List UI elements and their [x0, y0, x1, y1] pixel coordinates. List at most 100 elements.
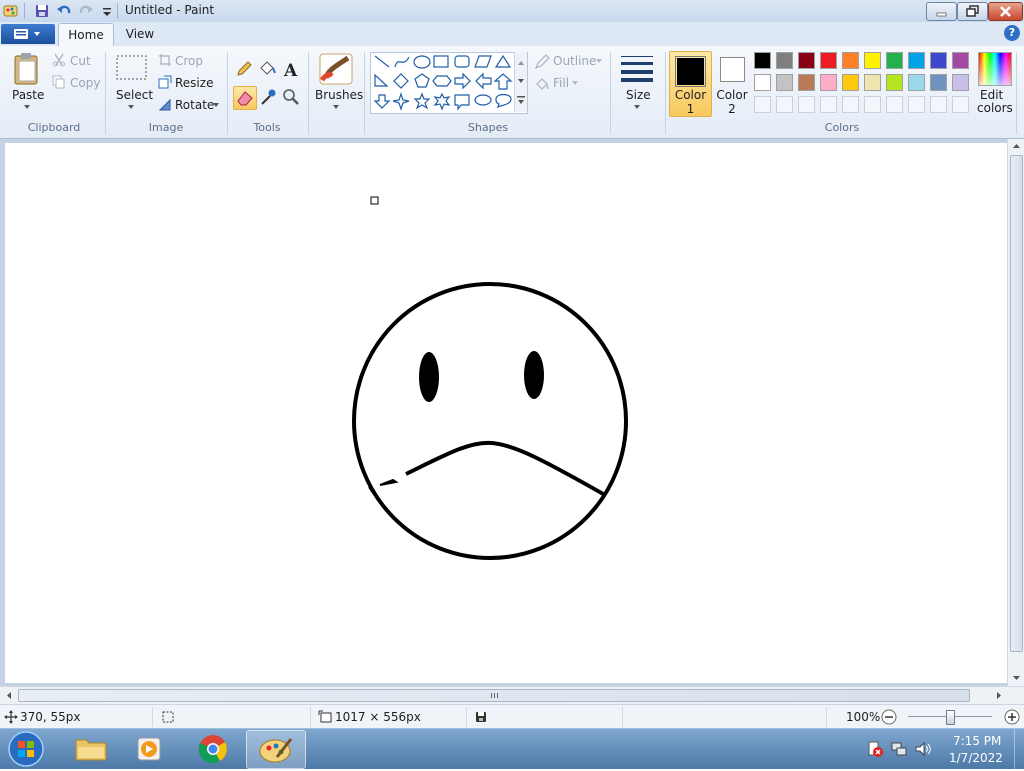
palette-swatch-custom[interactable] — [908, 96, 925, 113]
palette-swatch[interactable] — [952, 74, 969, 91]
magnifier-icon[interactable] — [281, 87, 301, 107]
action-center-icon[interactable] — [866, 740, 884, 758]
eraser-tool-selected[interactable] — [233, 86, 257, 110]
outline-button[interactable]: Outline — [553, 54, 596, 68]
outline-dropdown-icon[interactable] — [595, 58, 603, 64]
fill-dropdown-icon[interactable] — [571, 80, 579, 86]
taskbar-media-player[interactable] — [122, 730, 180, 767]
palette-swatch-custom[interactable] — [754, 96, 771, 113]
help-icon[interactable]: ? — [1004, 25, 1020, 41]
shapes-gallery-scroll[interactable] — [514, 52, 527, 112]
palette-swatch-custom[interactable] — [952, 96, 969, 113]
palette-swatch-custom[interactable] — [842, 96, 859, 113]
rotate-dropdown-icon[interactable] — [212, 102, 220, 108]
resize-button[interactable]: Resize — [175, 76, 213, 90]
zoom-out-icon[interactable] — [881, 709, 897, 725]
palette-swatch-custom[interactable] — [798, 96, 815, 113]
brushes-button[interactable]: Brushes — [315, 88, 363, 102]
fill-bucket-icon[interactable] — [257, 59, 277, 79]
palette-swatch[interactable] — [952, 52, 969, 69]
color-picker-icon[interactable] — [258, 87, 278, 107]
copy-icon — [52, 75, 65, 89]
horizontal-scrollbar[interactable] — [0, 686, 1024, 704]
palette-swatch-custom[interactable] — [820, 96, 837, 113]
size-dropdown-icon[interactable] — [632, 104, 642, 110]
undo-icon[interactable] — [55, 2, 73, 20]
palette-swatch[interactable] — [886, 74, 903, 91]
scroll-right-icon[interactable] — [996, 691, 1002, 700]
horizontal-scroll-thumb[interactable] — [18, 689, 970, 702]
cursor-position: 370, 55px — [20, 710, 81, 724]
svg-text:A: A — [283, 61, 298, 79]
network-icon[interactable] — [890, 740, 908, 758]
color2-button[interactable]: Color 2 — [712, 51, 752, 116]
palette-swatch[interactable] — [864, 74, 881, 91]
palette-swatch[interactable] — [930, 74, 947, 91]
close-button[interactable] — [988, 2, 1023, 21]
paste-button[interactable]: Paste — [12, 88, 44, 102]
restore-button[interactable] — [957, 2, 988, 21]
palette-swatch[interactable] — [798, 74, 815, 91]
pencil-icon[interactable] — [234, 59, 254, 79]
redo-icon[interactable] — [77, 2, 95, 20]
cut-button[interactable]: Cut — [70, 54, 91, 68]
palette-swatch[interactable] — [842, 52, 859, 69]
zoom-in-icon[interactable] — [1004, 709, 1020, 725]
paint-app-icon[interactable] — [2, 2, 20, 20]
color1-fill — [677, 58, 704, 85]
rotate-button[interactable]: Rotate — [175, 98, 214, 112]
vertical-scrollbar[interactable] — [1007, 139, 1024, 687]
palette-swatch[interactable] — [930, 52, 947, 69]
paint-menu-button[interactable] — [1, 24, 55, 44]
save-icon[interactable] — [33, 2, 51, 20]
drawing-canvas[interactable] — [5, 143, 1007, 683]
palette-swatch[interactable] — [886, 52, 903, 69]
volume-icon[interactable] — [914, 740, 932, 758]
palette-swatch[interactable] — [754, 52, 771, 69]
scroll-up-icon[interactable] — [1012, 143, 1021, 149]
palette-swatch[interactable] — [908, 52, 925, 69]
fill-button[interactable]: Fill — [553, 76, 569, 90]
palette-swatch-custom[interactable] — [930, 96, 947, 113]
palette-swatch[interactable] — [842, 74, 859, 91]
palette-swatch[interactable] — [908, 74, 925, 91]
show-desktop-button[interactable] — [1014, 729, 1024, 769]
palette-swatch[interactable] — [776, 74, 793, 91]
palette-swatch-custom[interactable] — [886, 96, 903, 113]
edit-colors-icon[interactable] — [978, 52, 1012, 86]
select-dropdown-icon[interactable] — [126, 104, 136, 110]
palette-swatch[interactable] — [754, 74, 771, 91]
tab-home[interactable]: Home — [58, 23, 114, 47]
brushes-dropdown-icon[interactable] — [331, 104, 341, 110]
paste-dropdown-icon[interactable] — [22, 104, 32, 110]
minimize-button[interactable] — [926, 2, 957, 21]
edit-colors-button[interactable]: Edit — [980, 88, 1003, 102]
vertical-scroll-thumb[interactable] — [1010, 155, 1023, 652]
palette-swatch[interactable] — [864, 52, 881, 69]
palette-swatch-custom[interactable] — [864, 96, 881, 113]
clock-time[interactable]: 7:15 PM — [953, 734, 1001, 748]
shapes-gallery[interactable] — [370, 52, 528, 114]
text-tool-icon[interactable]: A — [280, 59, 300, 79]
palette-swatch[interactable] — [820, 74, 837, 91]
scroll-left-icon[interactable] — [6, 691, 12, 700]
tab-view[interactable]: View — [118, 23, 162, 45]
edit-colors-button-line2[interactable]: colors — [977, 101, 1013, 115]
zoom-slider-thumb[interactable] — [946, 710, 955, 725]
scroll-down-icon[interactable] — [1012, 675, 1021, 681]
size-button[interactable]: Size — [626, 88, 651, 102]
palette-swatch[interactable] — [776, 52, 793, 69]
palette-swatch[interactable] — [798, 52, 815, 69]
palette-swatch[interactable] — [820, 52, 837, 69]
color1-button[interactable]: Color 1 — [669, 51, 712, 117]
taskbar-paint[interactable] — [246, 730, 306, 769]
taskbar-explorer[interactable] — [62, 730, 120, 767]
start-button-icon[interactable] — [6, 730, 46, 768]
customize-toolbar-icon[interactable] — [98, 2, 116, 20]
taskbar-chrome[interactable] — [184, 730, 242, 767]
copy-button[interactable]: Copy — [70, 76, 100, 90]
palette-swatch-custom[interactable] — [776, 96, 793, 113]
clock-date[interactable]: 1/7/2022 — [949, 751, 1003, 765]
crop-button[interactable]: Crop — [175, 54, 203, 68]
select-button[interactable]: Select — [116, 88, 153, 102]
